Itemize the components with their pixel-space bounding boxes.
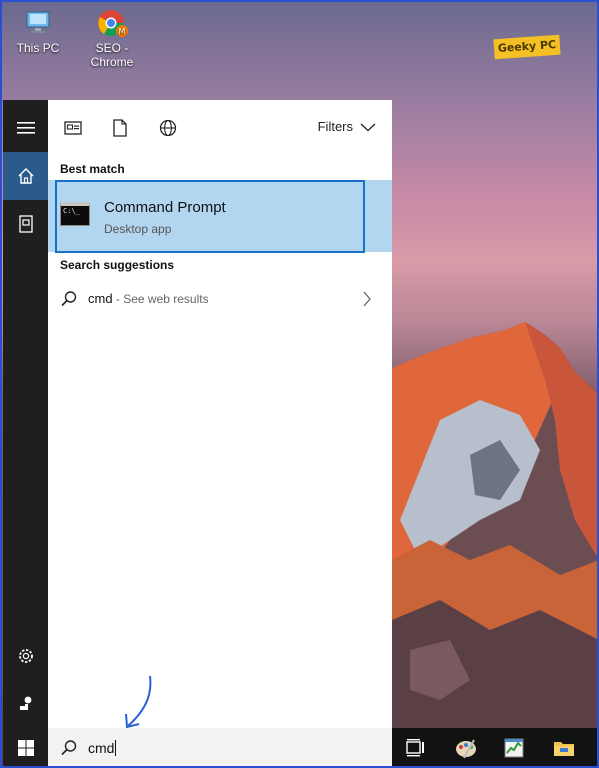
best-match-heading: Best match xyxy=(60,162,125,176)
rail-documents-button[interactable] xyxy=(3,200,48,248)
rail-user-button[interactable] xyxy=(3,680,48,728)
result-title: Command Prompt xyxy=(104,199,226,216)
pointer-arrow-annotation xyxy=(125,675,152,729)
desktop-icon-label: This PC xyxy=(16,41,60,55)
gear-icon xyxy=(18,649,33,663)
paint-app-icon[interactable] xyxy=(454,736,478,760)
windows-logo-icon xyxy=(17,740,34,756)
documents-scope-icon[interactable] xyxy=(110,118,130,138)
result-subtitle: Desktop app xyxy=(104,222,172,236)
chevron-down-icon xyxy=(360,123,376,131)
search-scope-bar: Filters xyxy=(48,100,392,154)
search-suggestions-heading: Search suggestions xyxy=(60,258,175,272)
filters-label: Filters xyxy=(317,119,353,134)
taskbar xyxy=(392,728,599,768)
hamburger-icon xyxy=(16,122,35,134)
task-view-icon[interactable] xyxy=(404,736,428,760)
apps-scope-icon[interactable] xyxy=(63,118,83,138)
search-icon xyxy=(61,740,77,756)
file-explorer-icon[interactable] xyxy=(552,736,576,760)
filters-dropdown[interactable]: Filters xyxy=(318,119,376,134)
search-icon xyxy=(61,291,77,307)
command-prompt-icon-text: C:\_ xyxy=(63,207,80,215)
best-match-result[interactable]: C:\_ Command Prompt Desktop app xyxy=(48,180,392,252)
chrome-icon: M xyxy=(98,10,128,37)
search-results-panel: Filters Best match C:\_ Command Prompt D… xyxy=(48,100,392,729)
hamburger-menu-button[interactable] xyxy=(3,104,48,152)
suggestion-hint: - See web results xyxy=(112,292,209,306)
rail-home-button[interactable] xyxy=(3,152,48,200)
desktop-icon-seo-chrome[interactable]: M SEO - Chrome xyxy=(80,8,144,69)
start-menu-rail xyxy=(3,100,48,728)
home-icon xyxy=(18,168,33,184)
desktop-icon-label-2: Chrome xyxy=(90,55,134,69)
desktop-icon-this-pc[interactable]: This PC xyxy=(6,8,70,55)
search-input-value: cmd xyxy=(88,740,115,756)
command-prompt-icon: C:\_ xyxy=(60,202,90,226)
text-caret xyxy=(115,740,117,756)
desktop-icon-label: SEO - xyxy=(95,41,129,55)
start-button[interactable] xyxy=(3,728,48,768)
rail-settings-button[interactable] xyxy=(3,632,48,680)
web-suggestion-item[interactable]: cmd - See web results xyxy=(48,282,392,318)
user-icon xyxy=(19,696,31,710)
svg-text:M: M xyxy=(119,27,126,36)
document-icon xyxy=(18,215,33,233)
suggestion-query: cmd xyxy=(88,291,113,306)
search-input[interactable]: cmd xyxy=(88,740,117,756)
suggestion-text: cmd - See web results xyxy=(88,291,209,306)
web-scope-globe-icon[interactable] xyxy=(158,118,178,138)
computer-icon xyxy=(26,11,50,33)
task-manager-icon[interactable] xyxy=(502,736,526,760)
chevron-right-icon[interactable] xyxy=(362,291,372,307)
taskbar-search-box[interactable]: cmd xyxy=(48,728,392,768)
